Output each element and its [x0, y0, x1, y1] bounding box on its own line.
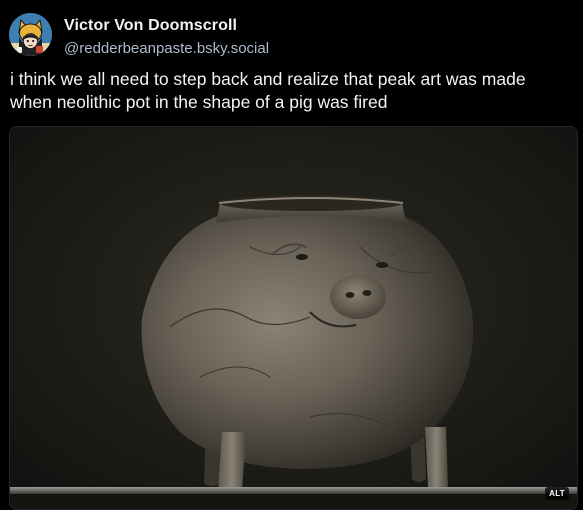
post-image[interactable]: ALT: [9, 126, 578, 510]
author-avatar[interactable]: [9, 13, 52, 56]
alt-text-badge[interactable]: ALT: [545, 487, 569, 500]
author-display-name[interactable]: Victor Von Doomscroll: [64, 17, 237, 35]
post-text: i think we all need to step back and rea…: [10, 68, 575, 114]
pig-pot-photo: [10, 127, 577, 509]
avatar-illustration-icon: [9, 13, 52, 56]
post-text-line: when neolithic pot in the shape of a pig…: [10, 92, 388, 112]
author-handle[interactable]: @redderbeanpaste.bsky.social: [64, 40, 269, 57]
post-card: Victor Von Doomscroll @redderbeanpaste.b…: [0, 0, 583, 510]
post-text-line: i think we all need to step back and rea…: [10, 69, 526, 89]
